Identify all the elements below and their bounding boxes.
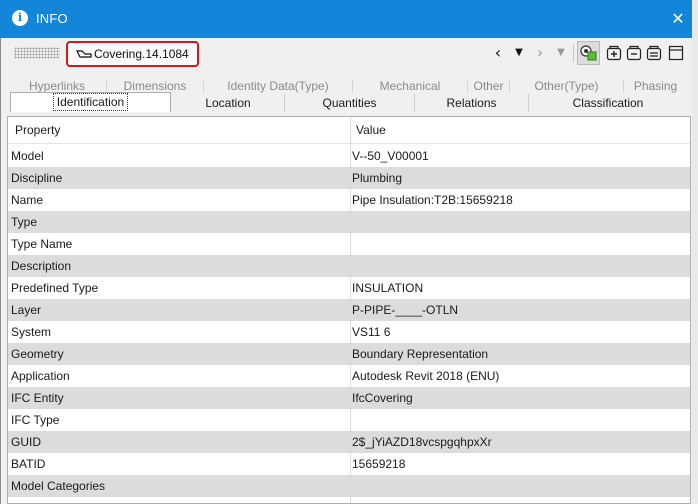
property-cell: BATID: [11, 457, 46, 471]
value-cell: 15659218: [352, 457, 406, 471]
tab-label: Location: [205, 96, 251, 110]
tab-relations[interactable]: Relations: [415, 94, 529, 112]
window-title: INFO: [36, 11, 68, 26]
caret-down-icon: ▼: [557, 47, 565, 58]
tab-label: Quantities: [322, 96, 377, 110]
chevron-right-icon: ›: [536, 43, 544, 62]
previous-history-dropdown[interactable]: ▼: [510, 43, 528, 63]
value-cell: VS11 6: [352, 325, 391, 339]
remove-set-icon[interactable]: [625, 44, 643, 62]
tab-phasing[interactable]: Phasing: [623, 79, 687, 93]
chevron-left-icon: ‹: [494, 43, 502, 62]
show-in-view-button[interactable]: [577, 41, 600, 65]
tab-quantities[interactable]: Quantities: [285, 94, 415, 112]
property-cell: Type Name: [11, 237, 73, 251]
tab-location[interactable]: Location: [172, 94, 285, 112]
tab-identity-data-type[interactable]: Identity Data(Type): [203, 79, 352, 93]
tab-strip-secondary: Hyperlinks Dimensions Identity Data(Type…: [8, 79, 687, 93]
value-cell: IfcCovering: [352, 391, 413, 405]
value-cell: V--50_V00001: [352, 149, 429, 163]
background-app-edge: [692, 0, 698, 504]
tab-other-type[interactable]: Other(Type): [509, 79, 623, 93]
property-cell: Layer: [11, 303, 42, 317]
tab-label: Mechanical: [379, 79, 441, 93]
properties-table[interactable]: Property Value Model V--50_V00001 Discipli…: [7, 116, 691, 504]
property-cell: Description: [11, 259, 72, 273]
value-cell: P-PIPE-____-OTLN: [352, 303, 459, 317]
value-cell: INSULATION: [352, 281, 424, 295]
tab-label: Phasing: [633, 79, 678, 93]
tab-label: Relations: [446, 96, 497, 110]
info-icon: i: [12, 10, 28, 26]
selected-object-field[interactable]: Covering.14.1084: [66, 41, 199, 67]
value-column-header[interactable]: Value: [356, 123, 386, 137]
tab-strip-primary: Identification Location Quantities Relat…: [8, 92, 687, 114]
next-history-dropdown[interactable]: ▼: [552, 43, 570, 63]
tab-other[interactable]: Other: [467, 79, 509, 93]
property-cell: IFC Entity: [11, 391, 64, 405]
value-cell: Pipe Insulation:T2B:15659218: [352, 193, 513, 207]
property-cell: Predefined Type: [11, 281, 99, 295]
property-cell: Geometry: [11, 347, 64, 361]
tab-label: Classification: [572, 96, 644, 110]
value-cell: Boundary Representation: [352, 347, 489, 361]
tab-dimensions[interactable]: Dimensions: [106, 79, 203, 93]
tab-label: Dimensions: [123, 79, 187, 93]
property-cell: Type: [11, 215, 38, 229]
tab-label: Hyperlinks: [28, 79, 85, 93]
column-divider[interactable]: [350, 117, 351, 503]
property-column-header[interactable]: Property: [15, 123, 60, 137]
close-icon: ✕: [671, 9, 685, 28]
property-cell: System: [11, 325, 52, 339]
property-cell: Model: [11, 149, 44, 163]
previous-button[interactable]: ‹: [489, 43, 507, 63]
tab-label: Other(Type): [534, 79, 599, 93]
value-cell: Autodesk Revit 2018 (ENU): [352, 369, 500, 383]
close-button[interactable]: ✕: [666, 7, 690, 31]
tab-mechanical[interactable]: Mechanical: [352, 79, 467, 93]
edit-set-icon[interactable]: [645, 44, 663, 62]
toolbar-grip[interactable]: [14, 47, 60, 59]
title-bar[interactable]: i INFO ✕: [0, 0, 692, 38]
value-cell: Plumbing: [352, 171, 403, 185]
property-cell: Name: [11, 193, 44, 207]
tab-label: Identification: [52, 93, 129, 111]
caret-down-icon: ▼: [515, 47, 523, 58]
tab-identification[interactable]: Identification: [10, 92, 171, 112]
tab-classification[interactable]: Classification: [529, 94, 687, 112]
covering-shape-icon: [76, 50, 92, 58]
tab-label: Identity Data(Type): [227, 79, 329, 93]
value-cell: 2$_jYiAZD18vcspgqhpxXr: [352, 435, 492, 449]
window-layout-icon[interactable]: [667, 44, 685, 62]
add-set-icon[interactable]: [605, 44, 623, 62]
toolbar-divider: [573, 44, 574, 62]
property-cell: GUID: [11, 435, 41, 449]
tab-label: Other: [473, 79, 504, 93]
show-in-view-icon: [580, 45, 597, 61]
selected-object-name: Covering.14.1084: [94, 47, 189, 61]
property-cell: Model Categories: [11, 479, 106, 493]
next-button[interactable]: ›: [531, 43, 549, 63]
tab-hyperlinks[interactable]: Hyperlinks: [8, 79, 106, 93]
property-cell: IFC Type: [11, 413, 60, 427]
info-panel: Covering.14.1084 ‹ ▼ › ▼ Hyperlinks Dime…: [0, 38, 692, 504]
property-cell: Application: [11, 369, 70, 383]
property-cell: Discipline: [11, 171, 63, 185]
